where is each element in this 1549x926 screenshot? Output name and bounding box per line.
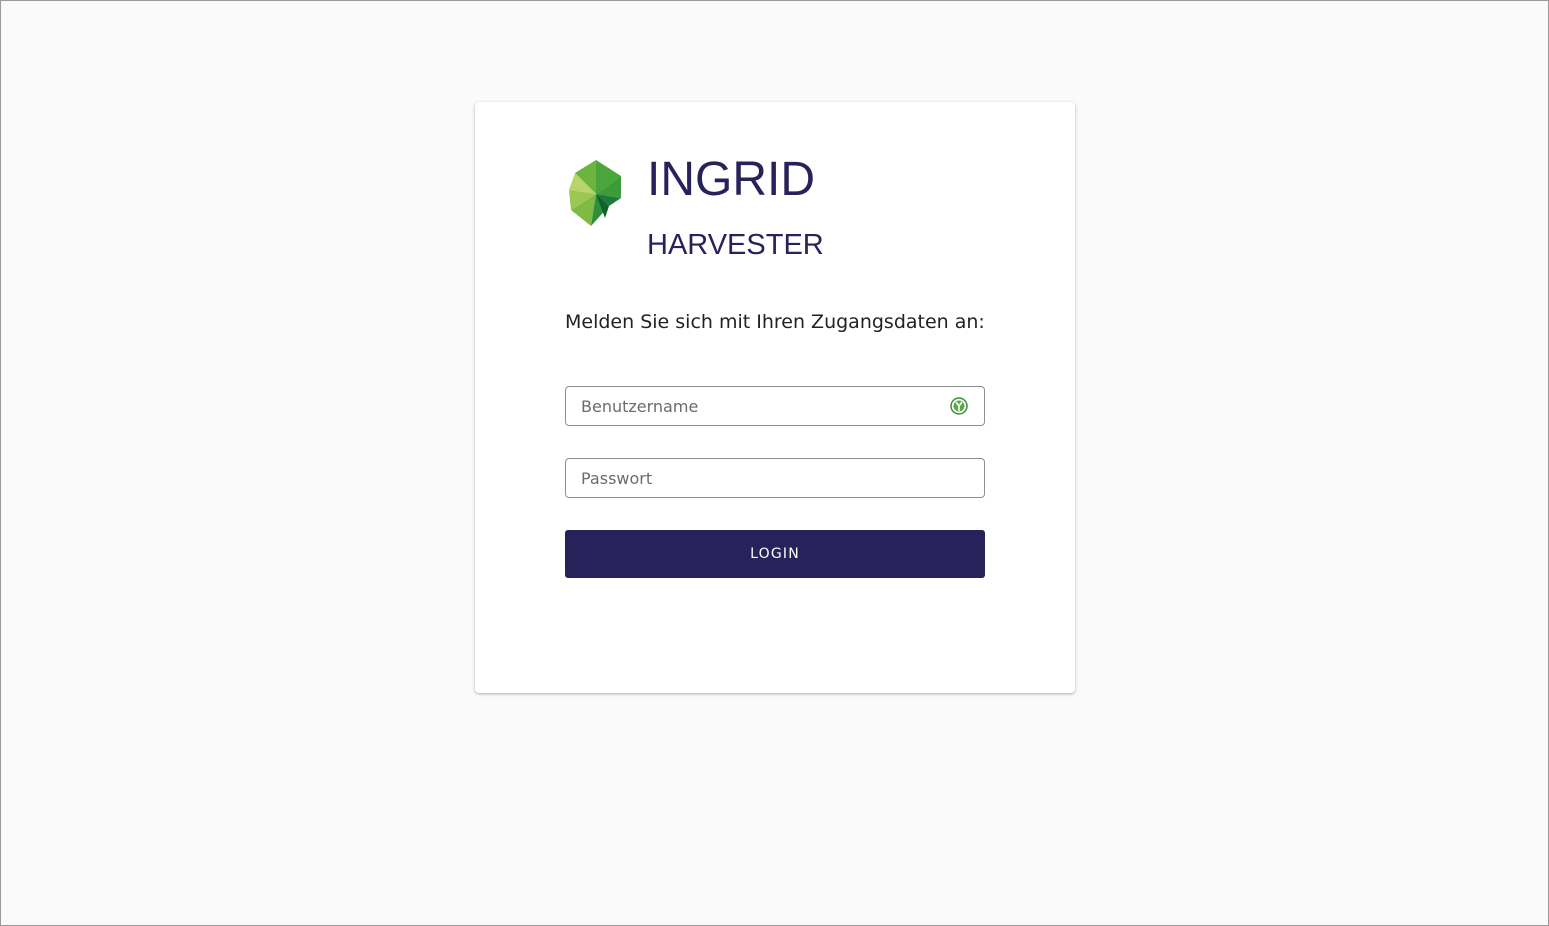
username-field-container: [565, 386, 985, 426]
login-button[interactable]: LOGIN: [565, 530, 985, 578]
page-background: INGRID HARVESTER Melden Sie sich mit Ihr…: [0, 0, 1549, 926]
brand-subtitle: HARVESTER: [647, 229, 824, 261]
login-card: INGRID HARVESTER Melden Sie sich mit Ihr…: [475, 102, 1075, 693]
brand-title: INGRID: [647, 153, 815, 206]
ingrid-logo-icon: [569, 160, 621, 226]
login-instructions: Melden Sie sich mit Ihren Zugangsdaten a…: [565, 311, 985, 333]
password-manager-icon[interactable]: [950, 397, 968, 415]
username-input[interactable]: [566, 387, 984, 425]
password-field-container: [565, 458, 985, 498]
password-input[interactable]: [566, 459, 984, 497]
